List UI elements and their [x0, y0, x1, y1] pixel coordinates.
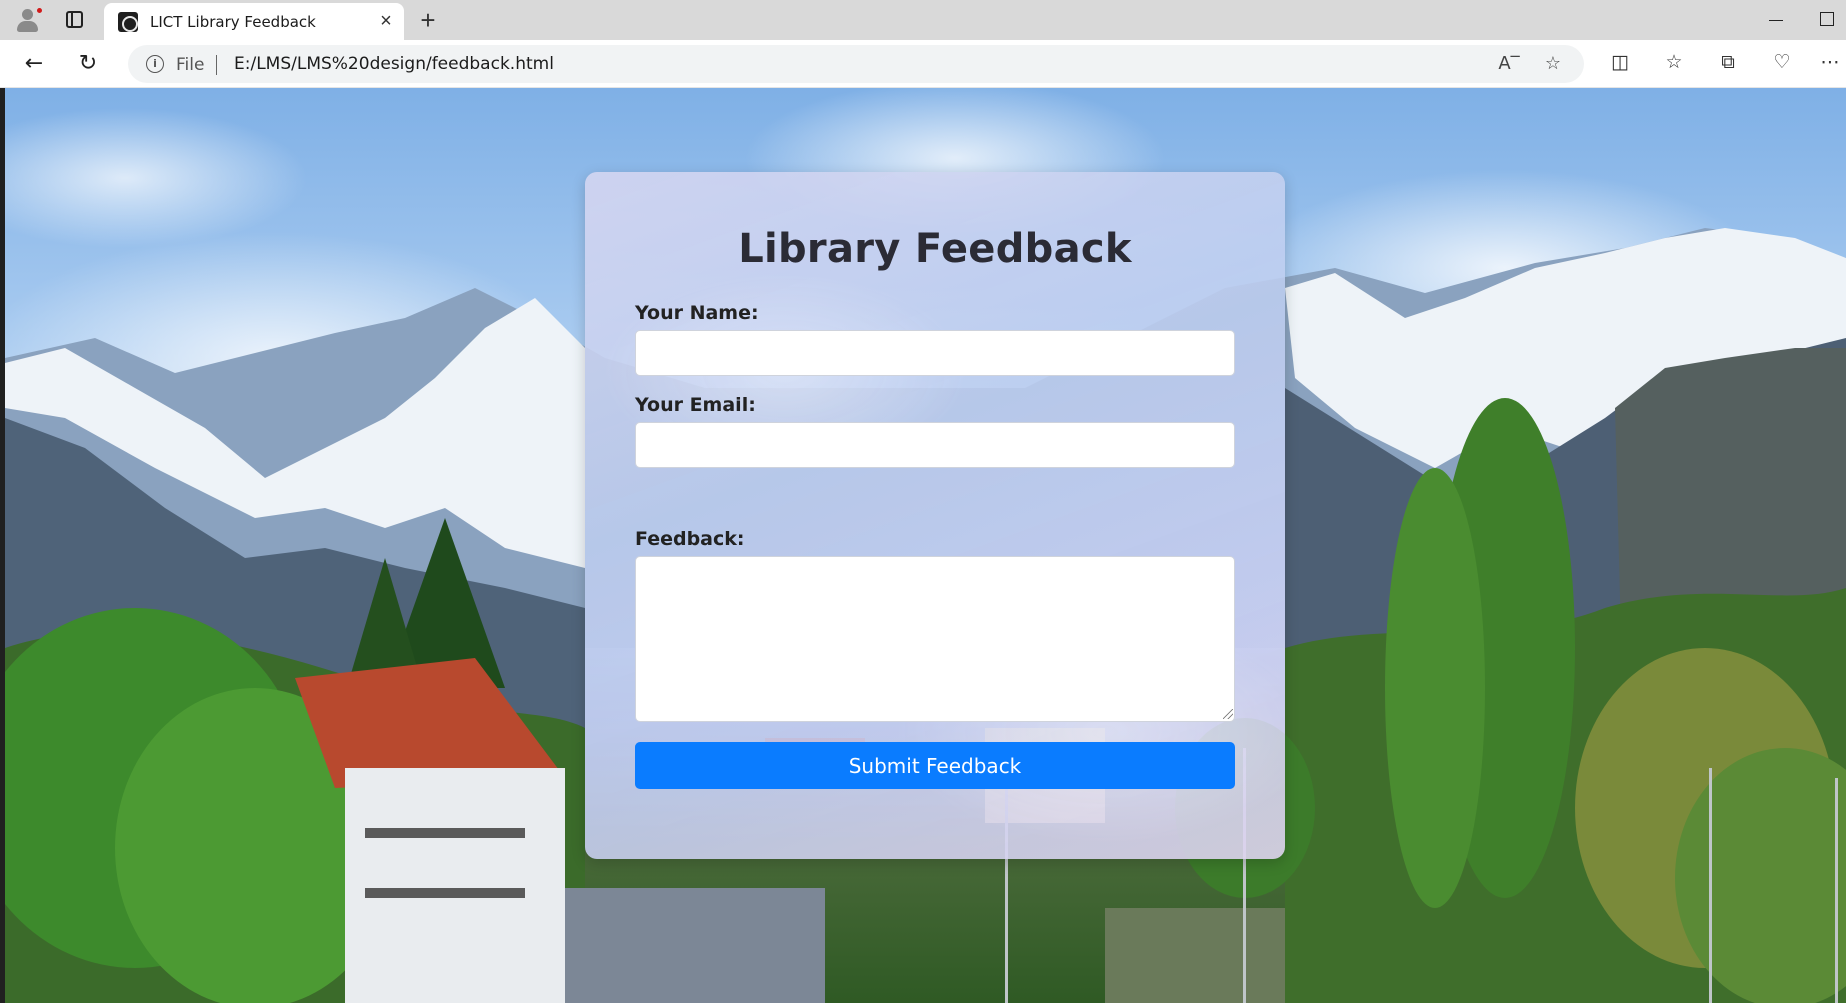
scheme-label: File — [176, 55, 205, 75]
more-icon[interactable]: ⋯ — [1816, 48, 1844, 76]
star-icon[interactable]: ☆ — [1540, 51, 1566, 77]
email-input[interactable] — [635, 422, 1235, 468]
browser-toolbar: ← ↻ i File E:/LMS/LMS%20design/feedback.… — [0, 40, 1846, 88]
browser-tab[interactable]: LICT Library Feedback × — [104, 3, 404, 40]
url-text[interactable]: E:/LMS/LMS%20design/feedback.html — [234, 54, 554, 74]
back-arrow-icon[interactable]: ← — [18, 48, 50, 80]
new-tab-icon[interactable]: + — [414, 6, 442, 34]
name-label: Your Name: — [635, 302, 759, 324]
tab-title: LICT Library Feedback — [150, 13, 316, 31]
profile-avatar-icon[interactable] — [14, 6, 43, 34]
info-icon[interactable]: i — [146, 55, 164, 73]
submit-feedback-button[interactable]: Submit Feedback — [635, 742, 1235, 789]
window-minimize-icon[interactable] — [1766, 10, 1786, 30]
tab-actions-icon[interactable] — [66, 11, 83, 28]
name-input[interactable] — [635, 330, 1235, 376]
refresh-icon[interactable]: ↻ — [72, 48, 104, 80]
collections-icon[interactable]: ⧉ — [1714, 48, 1742, 76]
page-viewport: Library Feedback Your Name: Your Email: … — [5, 88, 1846, 1003]
feedback-form-card: Library Feedback Your Name: Your Email: … — [585, 172, 1285, 859]
read-aloud-icon[interactable]: A‾ — [1496, 51, 1522, 77]
favorites-icon[interactable]: ☆ — [1660, 48, 1688, 76]
address-bar[interactable]: i File E:/LMS/LMS%20design/feedback.html… — [128, 45, 1584, 83]
split-screen-icon[interactable]: ◫ — [1606, 48, 1634, 76]
resize-handle-icon[interactable] — [1223, 709, 1233, 719]
address-separator — [216, 55, 217, 75]
page-title: Library Feedback — [738, 226, 1132, 272]
tab-close-icon[interactable]: × — [376, 11, 396, 31]
tab-strip: LICT Library Feedback × + — [0, 0, 1846, 40]
feedback-textarea[interactable] — [635, 556, 1235, 722]
feedback-label: Feedback: — [635, 528, 745, 550]
window-maximize-icon[interactable] — [1820, 12, 1834, 26]
email-label: Your Email: — [635, 394, 756, 416]
library-logo-icon — [118, 12, 138, 32]
heart-pulse-icon[interactable]: ♡ — [1768, 48, 1796, 76]
